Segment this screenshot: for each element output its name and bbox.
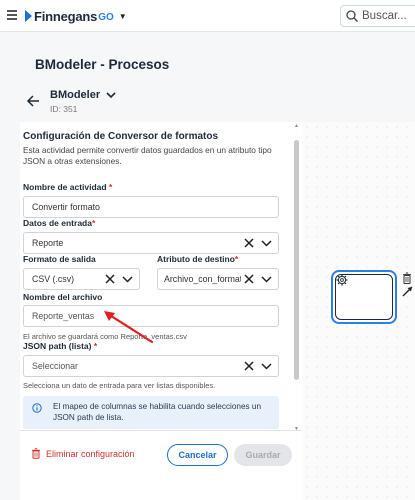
close-icon[interactable] — [244, 274, 254, 284]
scroll-up-icon[interactable]: ▲ — [294, 123, 299, 129]
close-icon[interactable] — [244, 238, 254, 248]
process-selector[interactable]: BModeler — [50, 89, 116, 101]
output-format-select[interactable]: CSV (.csv) — [23, 268, 140, 290]
page-title: BModeler - Procesos — [35, 57, 170, 72]
json-path-label: JSON path (lista) * — [23, 341, 98, 351]
config-panel: Configuración de Conversor de formatos E… — [20, 122, 302, 500]
trash-icon[interactable] — [402, 272, 412, 284]
input-data-value: Reporte — [32, 238, 64, 248]
target-attr-label: Atributo de destino* — [157, 254, 239, 264]
search-placeholder: Buscar... — [362, 10, 407, 22]
app-logo[interactable]: Finnegans GO ▼ — [25, 8, 127, 24]
search-input[interactable]: Buscar... — [340, 5, 415, 27]
chevron-down-icon[interactable]: ▼ — [119, 12, 127, 21]
chevron-down-icon[interactable] — [122, 275, 133, 283]
process-id: ID: 351 — [50, 104, 78, 114]
footer-divider — [20, 430, 302, 431]
logo-suffix: GO — [98, 11, 114, 23]
trash-icon — [32, 448, 40, 459]
arrow-left-icon[interactable] — [26, 94, 40, 108]
arrow-icon[interactable] — [401, 285, 414, 298]
hamburger-menu-icon[interactable] — [7, 10, 17, 20]
close-icon[interactable] — [105, 274, 115, 284]
config-title: Configuración de Conversor de formatos — [23, 131, 219, 142]
config-description: Esta actividad permite convertir datos g… — [23, 145, 272, 166]
activity-name-field[interactable]: Convertir formato — [23, 196, 279, 218]
file-name-label: Nombre del archivo — [23, 292, 103, 302]
info-text: El mapeo de columnas se habilita cuando … — [53, 402, 262, 422]
target-attr-value: Archivo_con_formato — [164, 274, 248, 284]
target-attr-select[interactable]: Archivo_con_formato — [157, 268, 279, 290]
logo-mark-icon — [25, 10, 32, 22]
search-icon — [346, 10, 358, 22]
chevron-down-icon[interactable] — [261, 275, 272, 283]
process-name: BModeler — [50, 89, 101, 101]
scrollbar-thumb[interactable] — [294, 140, 299, 380]
input-data-label: Datos de entrada* — [23, 218, 96, 228]
activity-name-value: Convertir formato — [32, 202, 100, 212]
config-scroll-area[interactable]: Configuración de Conversor de formatos E… — [20, 122, 295, 432]
gear-icon — [336, 274, 348, 286]
chevron-down-icon[interactable] — [261, 362, 272, 370]
json-path-placeholder: Seleccionar — [32, 361, 78, 371]
chevron-down-icon — [106, 92, 116, 99]
file-name-value: Reporte_ventas — [32, 311, 95, 321]
input-data-select[interactable]: Reporte — [23, 232, 279, 254]
chevron-down-icon[interactable] — [261, 239, 272, 247]
delete-config-button[interactable]: Eliminar configuración — [31, 448, 135, 459]
info-icon — [32, 403, 42, 413]
info-box: El mapeo de columnas se habilita cuando … — [23, 396, 279, 429]
cancel-button[interactable]: Cancelar — [167, 444, 228, 466]
annotation-arrow — [104, 311, 154, 344]
scroll-down-icon[interactable]: ▼ — [294, 426, 299, 432]
delete-config-label: Eliminar configuración — [46, 448, 135, 459]
json-path-hint: Selecciona un dato de entrada para ver l… — [23, 381, 216, 390]
close-icon[interactable] — [244, 361, 254, 371]
output-format-value: CSV (.csv) — [32, 274, 75, 284]
top-bar: Finnegans GO ▼ Buscar... — [0, 0, 415, 32]
logo-text: Finnegans — [34, 8, 98, 24]
output-format-label: Formato de salida — [23, 254, 96, 264]
save-button[interactable]: Guardar — [234, 444, 292, 466]
activity-name-label: Nombre de actividad * — [23, 182, 113, 192]
json-path-select[interactable]: Seleccionar — [23, 355, 279, 377]
